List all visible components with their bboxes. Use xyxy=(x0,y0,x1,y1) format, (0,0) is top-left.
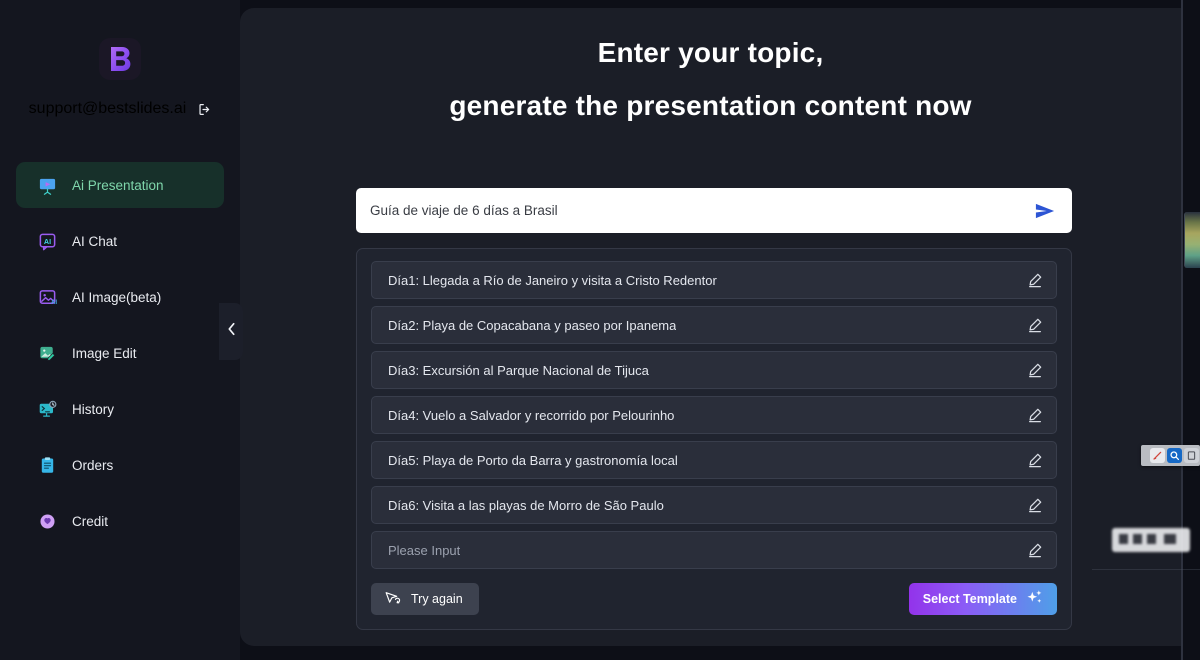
try-again-button[interactable]: Try again xyxy=(371,583,479,615)
sidebar-nav: Ai Presentation AI AI Chat AI AI Image(b… xyxy=(0,162,240,544)
search-magnifier-icon[interactable] xyxy=(1167,448,1182,463)
outline-row-text: Día1: Llegada a Río de Janeiro y visita … xyxy=(388,272,717,288)
headline-line-1: Enter your topic, xyxy=(597,37,824,68)
brand-block: support@bestslides.ai xyxy=(0,0,240,118)
sidebar-item-ai-image[interactable]: AI AI Image(beta) xyxy=(16,274,224,320)
sparkles-icon xyxy=(1026,589,1043,609)
pencil-edit-icon[interactable] xyxy=(1026,361,1044,379)
retry-cursor-icon xyxy=(384,590,401,608)
sidebar-item-label: Image Edit xyxy=(72,345,137,361)
select-template-button[interactable]: Select Template xyxy=(908,583,1057,615)
desktop-blurred-widget xyxy=(1112,528,1190,552)
sidebar-item-label: AI Chat xyxy=(72,233,118,249)
pencil-edit-icon[interactable] xyxy=(1026,496,1044,514)
outline-row[interactable]: Día5: Playa de Porto da Barra y gastrono… xyxy=(371,441,1057,479)
sidebar-item-label: Orders xyxy=(72,457,114,473)
pencil-edit-icon[interactable] xyxy=(1026,541,1044,559)
try-again-label: Try again xyxy=(411,592,463,606)
topic-search-bar[interactable] xyxy=(356,188,1072,233)
sidebar-item-ai-chat[interactable]: AI AI Chat xyxy=(16,218,224,264)
outline-row-text: Día5: Playa de Porto da Barra y gastrono… xyxy=(388,452,678,468)
desktop-color-strip xyxy=(1184,212,1200,268)
main-content: Enter your topic, generate the presentat… xyxy=(240,8,1181,646)
select-template-label: Select Template xyxy=(922,592,1017,606)
outline-row[interactable]: Día1: Llegada a Río de Janeiro y visita … xyxy=(371,261,1057,299)
sidebar-item-credit[interactable]: Credit xyxy=(16,498,224,544)
sidebar-item-image-edit[interactable]: Image Edit xyxy=(16,330,224,376)
pencil-edit-icon[interactable] xyxy=(1026,271,1044,289)
outline-row-text: Día4: Vuelo a Salvador y recorrido por P… xyxy=(388,407,675,423)
desktop-divider-line xyxy=(1181,0,1183,660)
logout-icon[interactable] xyxy=(198,103,211,116)
credit-icon xyxy=(36,510,58,532)
ai-image-icon: AI xyxy=(36,286,58,308)
page-title: Enter your topic, generate the presentat… xyxy=(240,8,1181,132)
send-icon[interactable] xyxy=(1032,198,1058,224)
chevron-left-icon xyxy=(227,322,236,341)
clipboard-icon[interactable] xyxy=(1184,448,1199,463)
outline-row-placeholder: Please Input xyxy=(388,542,461,558)
sidebar-item-label: History xyxy=(72,401,115,417)
sidebar-item-label: Ai Presentation xyxy=(72,177,164,193)
presentation-icon xyxy=(36,174,58,196)
orders-icon xyxy=(36,454,58,476)
pencil-edit-icon[interactable] xyxy=(1026,316,1044,334)
bestslides-b-logo-icon[interactable] xyxy=(99,38,141,80)
account-row: support@bestslides.ai xyxy=(29,100,212,118)
sidebar-collapse-button[interactable] xyxy=(219,303,243,360)
outline-row-text: Día3: Excursión al Parque Nacional de Ti… xyxy=(388,362,649,378)
account-email: support@bestslides.ai xyxy=(28,100,187,117)
pencil-edit-icon[interactable] xyxy=(1026,406,1044,424)
pen-tool-icon[interactable] xyxy=(1150,448,1165,463)
outline-row[interactable]: Día4: Vuelo a Salvador y recorrido por P… xyxy=(371,396,1057,434)
sidebar-item-history[interactable]: History xyxy=(16,386,224,432)
history-icon xyxy=(36,398,58,420)
topic-search-input[interactable] xyxy=(370,203,1032,218)
sidebar: support@bestslides.ai Ai Presentation AI… xyxy=(0,0,240,660)
sidebar-item-label: AI Image(beta) xyxy=(72,289,162,305)
outline-row-text: Día2: Playa de Copacabana y paseo por Ip… xyxy=(388,317,677,333)
outline-row-text: Día6: Visita a las playas de Morro de Sã… xyxy=(388,497,664,513)
sidebar-item-orders[interactable]: Orders xyxy=(16,442,224,488)
pencil-edit-icon[interactable] xyxy=(1026,451,1044,469)
ai-chat-icon: AI xyxy=(36,230,58,252)
sidebar-item-label: Credit xyxy=(72,513,109,529)
outline-row[interactable]: Día3: Excursión al Parque Nacional de Ti… xyxy=(371,351,1057,389)
outline-row-empty[interactable]: Please Input xyxy=(371,531,1057,569)
sidebar-item-ai-presentation[interactable]: Ai Presentation xyxy=(16,162,224,208)
headline-line-2: generate the presentation content now xyxy=(449,90,972,121)
action-row: Try again Select Template xyxy=(371,583,1057,615)
image-edit-icon xyxy=(36,342,58,364)
outline-row[interactable]: Día6: Visita a las playas de Morro de Sã… xyxy=(371,486,1057,524)
outline-panel: Día1: Llegada a Río de Janeiro y visita … xyxy=(356,248,1072,630)
svg-text:AI: AI xyxy=(43,236,50,245)
desktop-divider-line-horizontal xyxy=(1092,569,1200,570)
outline-row[interactable]: Día2: Playa de Copacabana y paseo por Ip… xyxy=(371,306,1057,344)
desktop-mini-toolbar[interactable] xyxy=(1141,445,1200,466)
app-root: support@bestslides.ai Ai Presentation AI… xyxy=(0,0,1200,660)
svg-text:AI: AI xyxy=(50,298,56,305)
